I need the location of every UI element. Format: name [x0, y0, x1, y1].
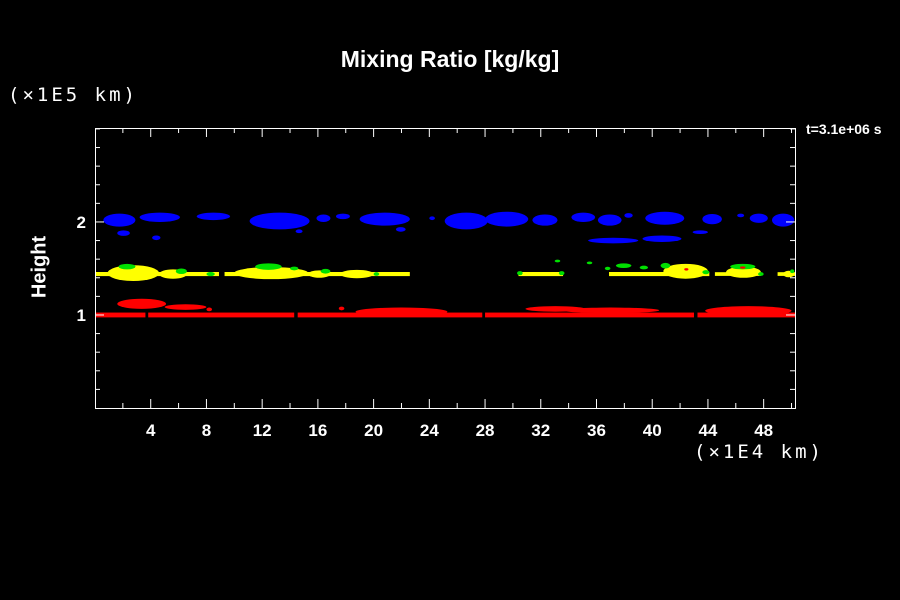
blue-cloud-layer-blob [772, 214, 794, 227]
x-tick-label: 4 [146, 421, 156, 440]
blue-cloud-layer-blob [693, 230, 708, 234]
green-cloud-patches-blob [587, 261, 593, 264]
blue-cloud-layer-blob [197, 213, 230, 220]
green-cloud-patches-blob [605, 267, 611, 270]
green-cloud-patches-blob [206, 272, 214, 276]
blue-cloud-layer-blob [360, 213, 410, 226]
green-cloud-patches-blob [790, 269, 794, 273]
blue-cloud-layer-blob [737, 214, 744, 218]
blue-cloud-layer-blob [598, 215, 622, 226]
blue-cloud-layer-blob [296, 229, 303, 233]
green-cloud-patches-blob [640, 266, 648, 270]
red-cloud-layer-blob [206, 308, 212, 312]
green-cloud-patches-blob [616, 263, 631, 268]
blue-cloud-layer-blob [445, 213, 488, 230]
green-cloud-patches-blob [290, 267, 298, 271]
yellow-cloud-layer-segment [518, 272, 563, 276]
blue-cloud-layer-blob [645, 212, 684, 225]
x-tick-label: 12 [253, 421, 272, 440]
x-tick-label: 16 [308, 421, 327, 440]
y-tick-label: 2 [77, 213, 86, 232]
x-tick-label: 32 [531, 421, 550, 440]
red-cloud-layer-segment [148, 313, 294, 318]
blue-cloud-layer-blob [571, 213, 595, 222]
blue-cloud-layer-blob [750, 214, 768, 223]
red-cloud-layer-blob [562, 308, 660, 314]
blue-cloud-layer-blob [152, 235, 160, 240]
x-tick-label: 40 [643, 421, 662, 440]
red-cloud-layer-blob [705, 306, 791, 315]
blue-cloud-layer-blob [336, 214, 350, 220]
green-cloud-patches-blob [702, 270, 709, 274]
red-cloud-layer-segment [485, 313, 694, 318]
red-cloud-layer-blob [117, 299, 166, 309]
green-cloud-patches-blob [321, 269, 331, 274]
green-cloud-patches-blob [517, 271, 523, 275]
x-tick-label: 20 [364, 421, 383, 440]
red-specks-in-yellow-layer-blob [684, 268, 688, 270]
green-cloud-patches-blob [758, 272, 764, 276]
x-tick-label: 36 [587, 421, 606, 440]
blue-cloud-layer-blob [250, 213, 310, 230]
plot-canvas: Mixing Ratio [kg/kg] (×1E5 km) Height t=… [0, 0, 900, 600]
blue-cloud-layer-blob [624, 213, 632, 218]
x-tick-label: 48 [754, 421, 773, 440]
blue-cloud-layer-blob [588, 238, 638, 244]
green-cloud-patches-blob [661, 263, 671, 269]
x-tick-label: 24 [420, 421, 439, 440]
plot-svg: 481216202428323640444812 [0, 0, 900, 600]
x-tick-label: 8 [202, 421, 211, 440]
x-tick-label: 44 [698, 421, 717, 440]
blue-cloud-layer-blob [642, 235, 681, 242]
blue-cloud-layer-blob [140, 213, 180, 222]
blue-cloud-layer-blob [485, 212, 528, 227]
red-cloud-layer-blob [339, 307, 345, 311]
green-cloud-patches-blob [374, 272, 380, 276]
red-cloud-layer-blob [165, 304, 207, 310]
x-tick-label: 28 [476, 421, 495, 440]
green-cloud-patches-blob [555, 260, 561, 263]
yellow-cloud-layer-blob [340, 270, 373, 278]
red-specks-in-yellow-layer-blob [740, 266, 746, 268]
y-tick-label: 1 [77, 306, 86, 325]
blue-cloud-layer-blob [702, 214, 722, 224]
green-cloud-patches-blob [559, 271, 565, 275]
green-cloud-patches-blob [119, 264, 136, 270]
blue-cloud-layer-blob [532, 215, 557, 226]
green-cloud-patches-blob [176, 268, 187, 274]
blue-cloud-layer-blob [429, 216, 435, 220]
green-cloud-patches-blob [255, 263, 281, 270]
blue-cloud-layer-blob [117, 230, 130, 236]
blue-cloud-layer-blob [396, 227, 406, 232]
red-cloud-layer-blob [355, 308, 447, 316]
blue-cloud-layer-blob [103, 214, 135, 227]
blue-cloud-layer-blob [316, 215, 330, 222]
